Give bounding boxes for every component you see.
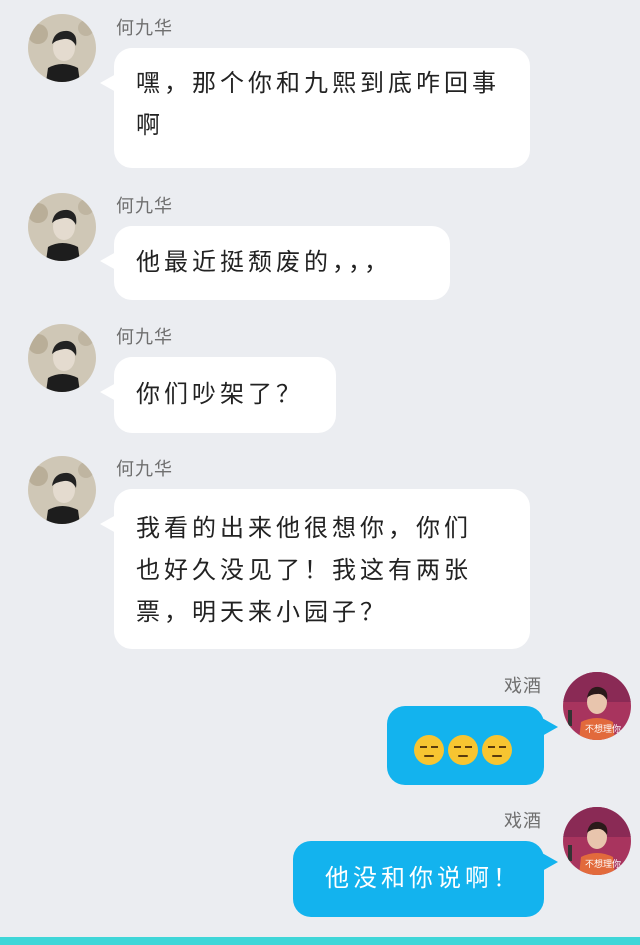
message-bubble[interactable]: 嘿，那个你和九熙到底咋回事啊 [100, 48, 530, 168]
bottom-bar [0, 937, 640, 945]
unamused-face-icon [482, 735, 512, 765]
avatar-he-jiuhua[interactable] [28, 14, 96, 82]
avatar-he-jiuhua[interactable] [28, 324, 96, 392]
message-text: 他最近挺颓废的，，， [136, 248, 392, 276]
message-text-line: 我看的出来他很想你，你们 [136, 514, 472, 542]
portrait-icon [28, 456, 96, 524]
message-bubble[interactable]: 他最近挺颓废的，，， [100, 226, 450, 300]
sender-name: 何九华 [116, 327, 173, 348]
sender-name: 何九华 [116, 196, 173, 217]
message-text: 你们吵架了？ [136, 380, 304, 408]
portrait-icon [28, 324, 96, 392]
avatar-self[interactable]: 不想理你 [563, 672, 631, 740]
avatar-he-jiuhua[interactable] [28, 456, 96, 524]
message-text-line: 也好久没见了！我这有两张 [136, 556, 472, 584]
avatar-caption: 不想理你 [585, 860, 622, 870]
sender-name: 何九华 [116, 459, 173, 480]
avatar-caption: 不想理你 [585, 725, 622, 735]
message-bubble[interactable]: 我看的出来他很想你，你们 也好久没见了！我这有两张 票，明天来小园子？ [100, 489, 530, 649]
portrait-icon [28, 193, 96, 261]
unamused-face-icon [414, 735, 444, 765]
message-text-line: 票，明天来小园子？ [136, 598, 388, 626]
message-bubble[interactable] [387, 706, 558, 785]
message-text: 嘿，那个你和九熙到底咋回事啊 [136, 69, 500, 139]
message-bubble[interactable]: 他没和你说啊！ [293, 841, 558, 917]
sender-name: 戏酒 [504, 811, 542, 832]
message-bubble[interactable]: 你们吵架了？ [100, 357, 336, 433]
portrait-icon [28, 14, 96, 82]
sender-name: 何九华 [116, 18, 173, 39]
avatar-self[interactable]: 不想理你 [563, 807, 631, 875]
unamused-face-icon [448, 735, 478, 765]
avatar-he-jiuhua[interactable] [28, 193, 96, 261]
sender-name: 戏酒 [504, 676, 542, 697]
chat-thread[interactable]: 何九华 嘿，那个你和九熙到底咋回事啊 何九华 他最近挺颓废的，，， 何九华 你们… [0, 0, 640, 937]
message-text: 他没和你说啊！ [325, 864, 521, 892]
